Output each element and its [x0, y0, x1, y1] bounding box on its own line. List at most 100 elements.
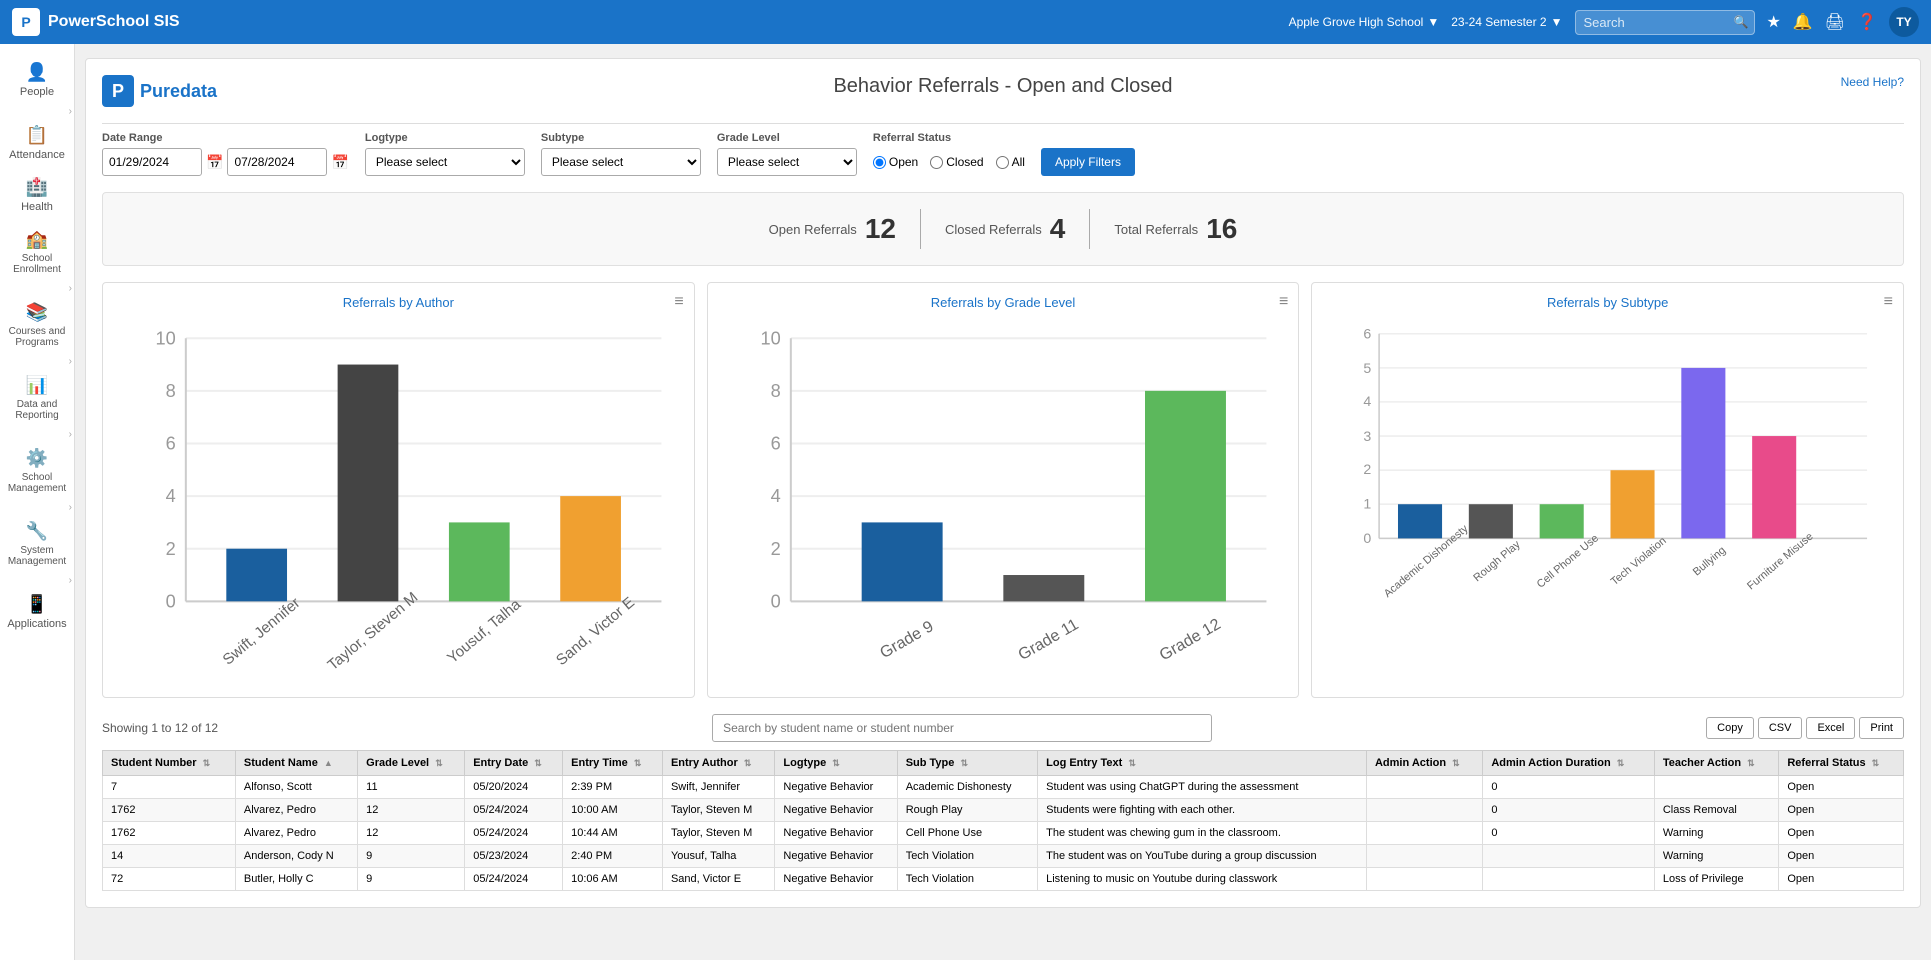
svg-text:Grade 12: Grade 12	[1156, 615, 1223, 664]
svg-text:6: 6	[1364, 326, 1372, 342]
filter-row: Date Range 📅 📅 Logtype Please select Sub…	[102, 132, 1904, 176]
attendance-icon: 📋	[26, 125, 48, 146]
radio-all[interactable]	[996, 156, 1009, 169]
print-button[interactable]: Print	[1859, 717, 1904, 739]
table-row: 14Anderson, Cody N905/23/20242:40 PMYous…	[103, 845, 1904, 868]
bell-icon[interactable]: 🔔	[1793, 12, 1813, 32]
col-admin-action-duration[interactable]: Admin Action Duration ⇅	[1483, 751, 1655, 776]
table-controls: Showing 1 to 12 of 12 Copy CSV Excel Pri…	[102, 714, 1904, 742]
radio-closed-label[interactable]: Closed	[930, 155, 983, 169]
logtype-filter: Logtype Please select	[365, 132, 525, 176]
chart-subtype-title: Referrals by Subtype	[1324, 295, 1891, 310]
col-entry-time[interactable]: Entry Time ⇅	[563, 751, 663, 776]
sidebar-item-school-management[interactable]: ⚙️ School Management	[0, 440, 74, 502]
excel-button[interactable]: Excel	[1806, 717, 1855, 739]
col-teacher-action[interactable]: Teacher Action ⇅	[1654, 751, 1779, 776]
table-search-input[interactable]	[712, 714, 1212, 742]
sidebar-item-courses[interactable]: 📚 Courses and Programs	[0, 294, 74, 356]
sidebar-item-health[interactable]: 🏥 Health	[0, 169, 74, 221]
data-icon: 📊	[26, 375, 48, 396]
need-help-link[interactable]: Need Help?	[1841, 75, 1904, 89]
col-sub-type[interactable]: Sub Type ⇅	[897, 751, 1037, 776]
app-title: PowerSchool SIS	[48, 13, 180, 31]
school-name: Apple Grove High School	[1289, 15, 1424, 29]
sidebar-item-school-enrollment[interactable]: 🏫 School Enrollment	[0, 221, 74, 283]
csv-button[interactable]: CSV	[1758, 717, 1803, 739]
col-logtype[interactable]: Logtype ⇅	[775, 751, 897, 776]
svg-text:2: 2	[770, 539, 780, 559]
radio-open[interactable]	[873, 156, 886, 169]
closed-referrals-stat: Closed Referrals 4	[921, 213, 1089, 245]
logtype-label: Logtype	[365, 132, 525, 144]
search-wrapper: 🔍	[1575, 10, 1755, 35]
semester-selector[interactable]: 23-24 Semester 2 ▼	[1451, 15, 1562, 29]
puredata-logo: P Puredata	[102, 75, 217, 107]
app-logo[interactable]: P PowerSchool SIS	[12, 8, 180, 36]
closed-referrals-label: Closed Referrals	[945, 222, 1042, 237]
svg-text:10: 10	[760, 328, 780, 348]
semester-label: 23-24 Semester 2	[1451, 15, 1546, 29]
sidebar-item-data-reporting[interactable]: 📊 Data and Reporting	[0, 367, 74, 429]
star-icon[interactable]: ★	[1767, 12, 1781, 32]
col-student-name[interactable]: Student Name ▲	[235, 751, 357, 776]
print-icon[interactable]: 🖨	[1825, 12, 1845, 32]
grade-level-filter: Grade Level Please select	[717, 132, 857, 176]
chart-subtype-menu[interactable]: ≡	[1884, 293, 1893, 311]
showing-text: Showing 1 to 12 of 12	[102, 721, 218, 735]
svg-text:0: 0	[166, 591, 176, 611]
chart-grade-menu[interactable]: ≡	[1279, 293, 1288, 311]
referrals-table: Student Number ⇅ Student Name ▲ Grade Le…	[102, 750, 1904, 891]
charts-row: Referrals by Author ≡ 10 8 6	[102, 282, 1904, 698]
search-button[interactable]: 🔍	[1734, 15, 1749, 29]
ps-logo-icon: P	[12, 8, 40, 36]
chart-author-menu[interactable]: ≡	[674, 293, 683, 311]
col-referral-status[interactable]: Referral Status ⇅	[1779, 751, 1904, 776]
svg-text:Sand, Victor E: Sand, Victor E	[553, 594, 638, 669]
enrollment-icon: 🏫	[26, 229, 48, 250]
svg-text:10: 10	[155, 328, 175, 348]
col-grade-level[interactable]: Grade Level ⇅	[358, 751, 465, 776]
system-icon: 🔧	[26, 521, 48, 542]
school-mgmt-icon: ⚙️	[26, 448, 48, 469]
table-row: 1762Alvarez, Pedro1205/24/202410:44 AMTa…	[103, 822, 1904, 845]
svg-text:4: 4	[166, 486, 176, 506]
sidebar-item-applications[interactable]: 📱 Applications	[0, 586, 74, 638]
radio-all-label[interactable]: All	[996, 155, 1025, 169]
col-admin-action[interactable]: Admin Action ⇅	[1366, 751, 1482, 776]
svg-text:Grade 9: Grade 9	[877, 617, 937, 662]
radio-open-label[interactable]: Open	[873, 155, 918, 169]
puredata-text: Puredata	[140, 81, 217, 102]
nav-right-section: Apple Grove High School ▼ 23-24 Semester…	[1289, 7, 1919, 37]
calendar-icon-end[interactable]: 📅	[331, 154, 348, 171]
total-referrals-stat: Total Referrals 16	[1090, 213, 1261, 245]
radio-closed[interactable]	[930, 156, 943, 169]
sidebar-item-people[interactable]: 👤 People	[0, 54, 74, 106]
sidebar-label-data: Data and Reporting	[4, 399, 70, 421]
search-input[interactable]	[1575, 10, 1755, 35]
col-entry-author[interactable]: Entry Author ⇅	[662, 751, 774, 776]
closed-referrals-value: 4	[1050, 213, 1066, 245]
page-title: Behavior Referrals - Open and Closed	[833, 75, 1172, 98]
col-log-entry-text[interactable]: Log Entry Text ⇅	[1038, 751, 1367, 776]
sidebar-item-system-management[interactable]: 🔧 System Management	[0, 513, 74, 575]
date-start-input[interactable]	[102, 148, 202, 176]
date-end-input[interactable]	[227, 148, 327, 176]
sidebar-item-attendance[interactable]: 📋 Attendance	[0, 117, 74, 169]
referral-status-filter: Referral Status Open Closed All	[873, 132, 1025, 176]
help-icon[interactable]: ❓	[1857, 12, 1877, 32]
col-student-number[interactable]: Student Number ⇅	[103, 751, 236, 776]
sidebar-label-apps: Applications	[7, 618, 66, 630]
chart-subtype-svg: 6 5 4 3 2 1 0	[1324, 318, 1891, 601]
open-referrals-stat: Open Referrals 12	[745, 213, 920, 245]
col-entry-date[interactable]: Entry Date ⇅	[465, 751, 563, 776]
apply-filters-button[interactable]: Apply Filters	[1041, 148, 1135, 176]
logtype-select[interactable]: Please select	[365, 148, 525, 176]
copy-button[interactable]: Copy	[1706, 717, 1754, 739]
user-avatar[interactable]: TY	[1889, 7, 1919, 37]
subtype-select[interactable]: Please select	[541, 148, 701, 176]
table-header: Student Number ⇅ Student Name ▲ Grade Le…	[103, 751, 1904, 776]
school-selector[interactable]: Apple Grove High School ▼	[1289, 15, 1440, 29]
grade-level-select[interactable]: Please select	[717, 148, 857, 176]
open-referrals-label: Open Referrals	[769, 222, 857, 237]
calendar-icon-start[interactable]: 📅	[206, 154, 223, 171]
